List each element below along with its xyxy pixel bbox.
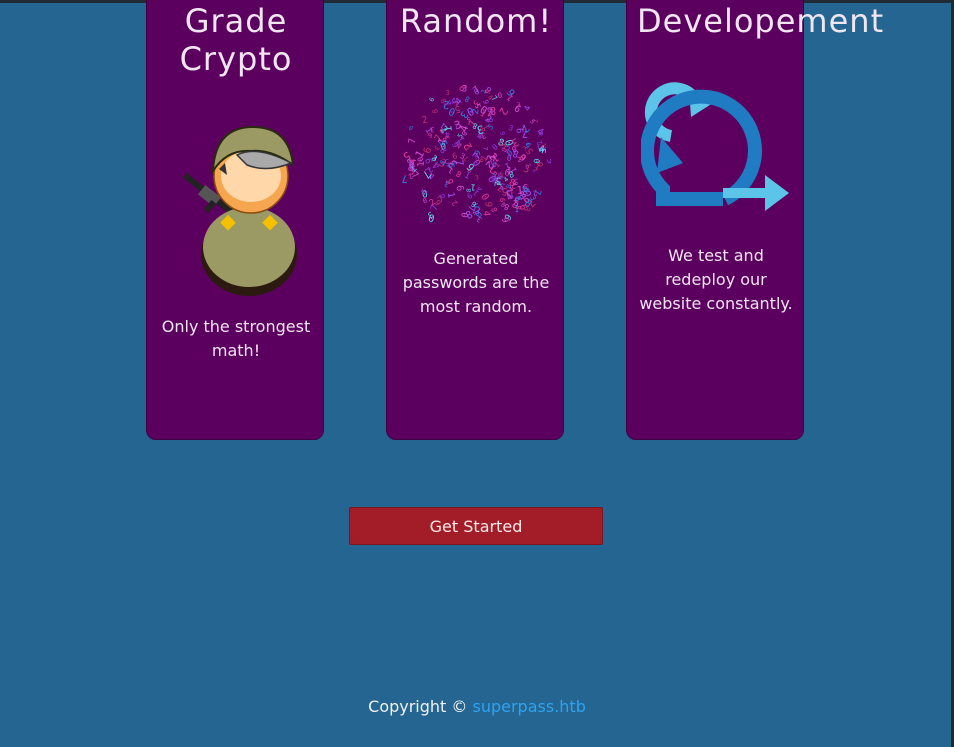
svg-text:9: 9 [482, 201, 494, 208]
footer-home-link[interactable]: superpass.htb [473, 697, 586, 716]
agile-cycle-icon [641, 82, 789, 211]
svg-text:9: 9 [514, 195, 524, 201]
soldier-icon [183, 125, 297, 296]
svg-text:0: 0 [532, 158, 542, 164]
feature-card-description: Only the strongest math! [161, 317, 311, 360]
svg-text:7: 7 [407, 138, 419, 145]
svg-text:7: 7 [401, 172, 407, 184]
svg-text:0: 0 [458, 211, 469, 218]
footer: Copyright © superpass.htb [0, 695, 954, 719]
svg-text:6: 6 [499, 130, 507, 136]
svg-text:9: 9 [544, 158, 551, 164]
svg-text:3: 3 [445, 89, 450, 98]
svg-text:7: 7 [522, 128, 528, 139]
feature-card-title-line: Crypto [179, 40, 293, 78]
feature-card-title-line: Grade [184, 2, 288, 40]
svg-text:8: 8 [431, 108, 440, 114]
svg-text:3: 3 [506, 166, 511, 174]
svg-text:9: 9 [513, 102, 524, 114]
svg-text:6: 6 [498, 198, 507, 203]
feature-card-crypto: Grade Crypto Only the strongest math! [146, 0, 324, 440]
svg-text:3: 3 [475, 174, 480, 182]
svg-text:3: 3 [520, 205, 531, 213]
feature-card-description: We test and redeploy our website constan… [639, 246, 793, 313]
svg-text:0: 0 [497, 91, 502, 100]
feature-card-title: Random! [399, 2, 553, 40]
svg-text:2: 2 [421, 114, 429, 126]
svg-text:3: 3 [508, 123, 515, 133]
svg-text:9: 9 [499, 216, 510, 224]
svg-text:3: 3 [461, 84, 468, 95]
svg-text:8: 8 [454, 169, 463, 180]
svg-text:2: 2 [450, 199, 460, 208]
svg-text:6: 6 [427, 96, 436, 103]
svg-text:0: 0 [408, 123, 416, 131]
svg-text:7: 7 [453, 159, 466, 167]
svg-text:5: 5 [528, 118, 536, 125]
feature-card-random: Random! 57195232268183997601304986467837… [386, 0, 564, 440]
feature-card-development: Developement We test and redeploy our we… [626, 0, 883, 440]
svg-text:7: 7 [481, 147, 488, 151]
footer-copyright: Copyright © [368, 697, 468, 716]
random-digits-sphere-icon: 5719523226818399760130498646783710635550… [401, 84, 551, 225]
feature-card-title: Developement [637, 2, 885, 40]
svg-text:2: 2 [496, 105, 510, 117]
feature-card-description: Generated passwords are the most random. [402, 249, 550, 316]
svg-text:9: 9 [438, 193, 447, 198]
svg-text:3: 3 [522, 164, 531, 176]
get-started-button[interactable]: Get Started [349, 507, 603, 545]
